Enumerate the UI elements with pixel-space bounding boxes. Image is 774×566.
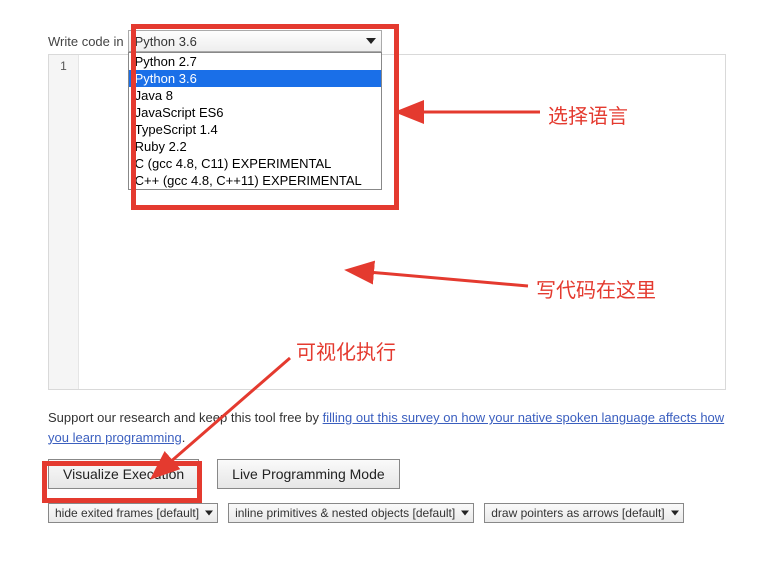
annotation-visualize: 可视化执行 (296, 336, 396, 365)
annotation-arrow-3 (0, 0, 774, 566)
annotation-write-code: 写代码在这里 (536, 274, 656, 303)
annotation-select-language: 选择语言 (548, 100, 628, 129)
